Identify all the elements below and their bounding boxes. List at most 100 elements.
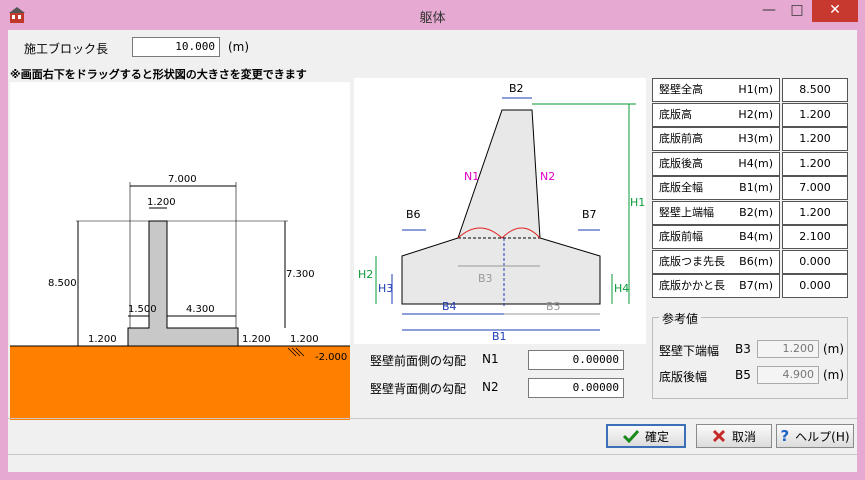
- dim-code: H4(m): [738, 156, 773, 170]
- ref-code-b3: B3: [735, 342, 751, 356]
- label-b5: B5: [546, 300, 561, 313]
- status-bar: [8, 454, 857, 472]
- separator: [8, 418, 857, 419]
- schematic-body: [401, 109, 601, 305]
- dim-row: 竪壁上端幅 B2(m) 1.200: [652, 200, 848, 226]
- question-icon: ?: [780, 427, 790, 445]
- slope-n1-code: N1: [482, 352, 499, 366]
- dim-name: 竪壁全高: [659, 83, 703, 96]
- dim-stem: 1.200: [147, 197, 176, 208]
- dim-name: 底版かかと長: [659, 279, 725, 292]
- label-b3: B3: [478, 272, 493, 285]
- label-b2: B2: [509, 82, 524, 95]
- dim-value-input[interactable]: 0.000: [782, 249, 848, 274]
- dim-name: 底版つま先長: [659, 254, 725, 268]
- confirm-button[interactable]: 確定: [606, 424, 686, 448]
- ground-fill: [10, 346, 350, 420]
- dim-name: 底版前幅: [659, 230, 703, 243]
- dim-code: H2(m): [738, 107, 773, 121]
- dim-name: 底版前高: [659, 132, 703, 145]
- slope-n2-label: 竪壁背面側の勾配: [370, 382, 467, 396]
- window-title: 躯体: [419, 11, 446, 26]
- ref-label-b3: 竪壁下端幅: [659, 344, 720, 358]
- label-h1: H1: [630, 196, 645, 209]
- maximize-button[interactable]: □: [784, 0, 810, 22]
- dim-value-input[interactable]: 8.500: [782, 78, 848, 102]
- resize-note: ※画面右下をドラッグすると形状図の大きさを変更できます: [10, 68, 307, 81]
- slope-n2-input[interactable]: 0.00000: [528, 378, 624, 398]
- dim-row: 竪壁全高 H1(m) 8.500: [652, 78, 848, 103]
- dim-row: 底版かかと長 B7(m) 0.000: [652, 274, 848, 299]
- dim-value-input[interactable]: 0.000: [782, 274, 848, 298]
- block-length-unit: (m): [228, 40, 250, 54]
- slope-n1-input[interactable]: 0.00000: [528, 350, 624, 370]
- slope-n1-label: 竪壁前面側の勾配: [370, 354, 467, 368]
- dim-value-input[interactable]: 1.200: [782, 151, 848, 176]
- help-label: ヘルプ(H): [795, 429, 850, 444]
- dim-code: B6(m): [739, 254, 773, 268]
- dim-code: H3(m): [738, 132, 773, 145]
- dim-row: 底版つま先長 B6(m) 0.000: [652, 249, 848, 275]
- ground-level-label: -2.000: [315, 352, 347, 363]
- dim-code: B4(m): [739, 230, 773, 243]
- label-h2: H2: [358, 268, 373, 281]
- dim-name: 底版全幅: [659, 181, 703, 194]
- ref-unit-b3: (m): [823, 342, 845, 356]
- dim-value-input[interactable]: 1.200: [782, 200, 848, 225]
- shape-diagram: 7.000 1.200 8.500 7.300 1.500 4.300 1.20…: [10, 82, 350, 420]
- dim-row: 底版全幅 B1(m) 7.000: [652, 176, 848, 201]
- dim-h4a: 1.200: [242, 334, 271, 345]
- dim-row: 底版高 H2(m) 1.200: [652, 102, 848, 128]
- label-h4: H4: [614, 282, 629, 295]
- dim-heel: 4.300: [186, 304, 215, 315]
- check-icon: [622, 429, 639, 443]
- dim-value-input[interactable]: 1.200: [782, 127, 848, 151]
- dim-row: 底版後高 H4(m) 1.200: [652, 151, 848, 177]
- ref-code-b5: B5: [735, 368, 751, 382]
- reference-group: 参考値 竪壁下端幅 B3 1.200 (m) 底版後幅 B5 4.900 (m): [652, 310, 848, 399]
- label-b1: B1: [492, 330, 507, 343]
- confirm-label: 確定: [644, 429, 669, 444]
- slope-n2-code: N2: [482, 380, 499, 394]
- dialog-window: 躯体 — □ ✕ 施工ブロック長 10.000 (m) ※画面右下をドラッグする…: [0, 0, 865, 480]
- dim-row: 底版前幅 B4(m) 2.100: [652, 225, 848, 250]
- dim-name: 底版後高: [659, 156, 703, 170]
- ref-label-b5: 底版後幅: [659, 370, 708, 384]
- close-button[interactable]: ✕: [812, 0, 858, 22]
- block-length-label: 施工ブロック長: [24, 42, 109, 56]
- cancel-label: 取消: [731, 429, 756, 444]
- label-b6: B6: [406, 208, 421, 221]
- dim-value-input[interactable]: 1.200: [782, 102, 848, 127]
- dim-row: 底版前高 H3(m) 1.200: [652, 127, 848, 152]
- dimension-table: 竪壁全高 H1(m) 8.500 底版高 H2(m) 1.200 底版前高 H3(m)…: [652, 78, 848, 299]
- ref-value-b3: 1.200: [757, 340, 819, 358]
- dialog-client: 施工ブロック長 10.000 (m) ※画面右下をドラッグすると形状図の大きさを…: [8, 30, 857, 472]
- label-b4: B4: [442, 300, 457, 313]
- schematic-diagram: B2 N1 N2 H1 B6 B7 H2 H3 H4 B3 B4 B5 B1: [354, 78, 646, 344]
- dim-code: H1(m): [738, 83, 773, 96]
- dim-name: 底版高: [659, 107, 692, 121]
- dim-h3: 1.200: [88, 334, 117, 345]
- label-h3: H3: [378, 282, 393, 295]
- minimize-button[interactable]: —: [756, 0, 782, 22]
- dim-code: B7(m): [739, 279, 773, 292]
- ref-unit-b5: (m): [823, 368, 845, 382]
- label-b7: B7: [582, 208, 597, 221]
- dim-h4b: 1.200: [290, 334, 319, 345]
- dim-value-input[interactable]: 7.000: [782, 176, 848, 200]
- dim-top: 7.000: [168, 174, 197, 185]
- dim-name: 竪壁上端幅: [659, 205, 714, 219]
- dim-code: B2(m): [739, 205, 773, 219]
- reference-title: 参考値: [659, 310, 702, 327]
- help-button[interactable]: ? ヘルプ(H): [776, 424, 854, 448]
- cross-icon: [712, 429, 726, 443]
- dim-code: B1(m): [739, 181, 773, 194]
- dim-toe: 1.500: [128, 304, 157, 315]
- dim-value-input[interactable]: 2.100: [782, 225, 848, 249]
- title-bar[interactable]: 躯体 — □ ✕: [0, 0, 865, 30]
- block-length-input[interactable]: 10.000: [132, 37, 220, 57]
- label-n1: N1: [464, 170, 479, 183]
- cancel-button[interactable]: 取消: [696, 424, 772, 448]
- ref-value-b5: 4.900: [757, 366, 819, 384]
- label-n2: N2: [540, 170, 555, 183]
